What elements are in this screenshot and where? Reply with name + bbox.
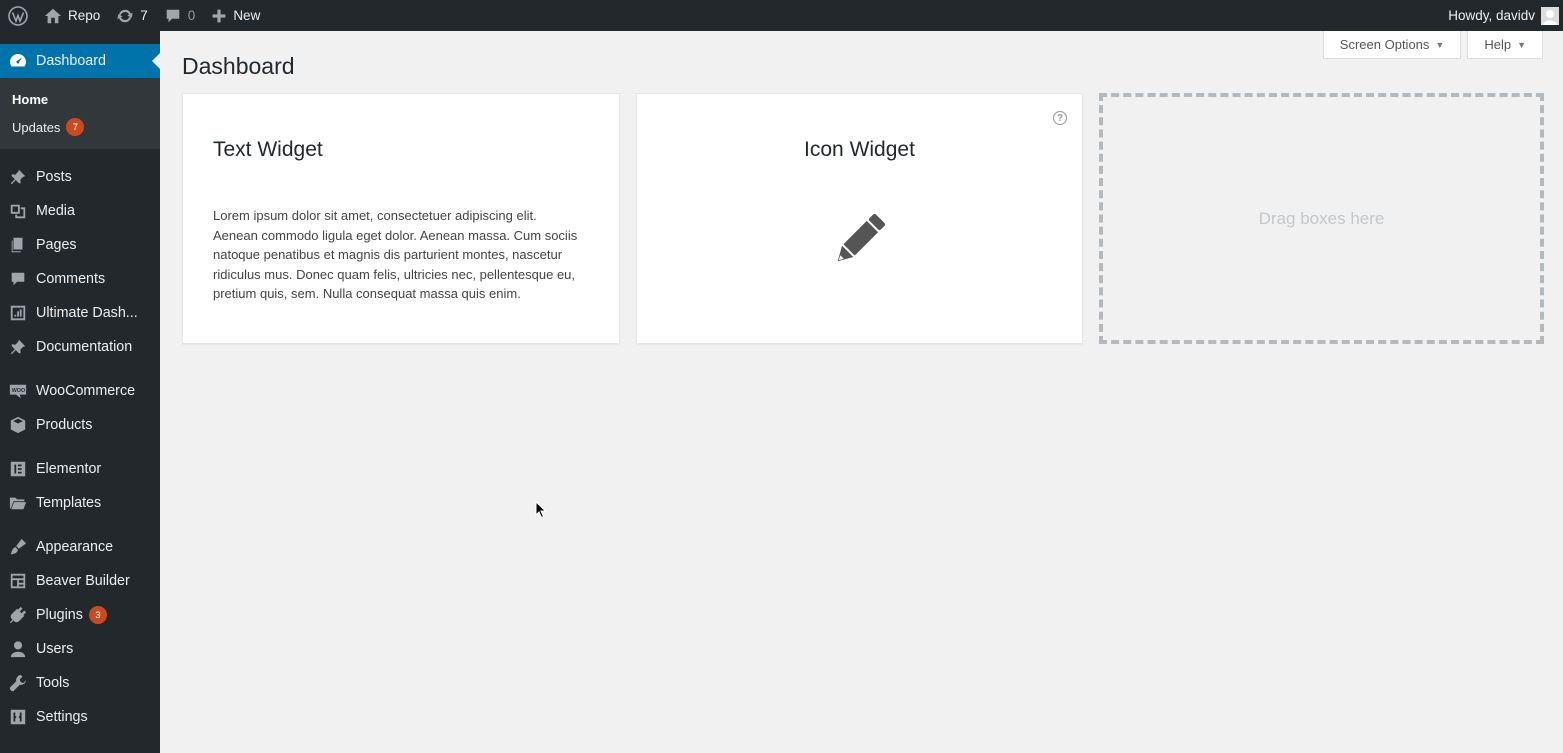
admin-sidebar: Dashboard Home Updates 7 Posts Media Pag… <box>0 31 160 753</box>
woo-icon: WOO <box>8 381 28 401</box>
screen-options-button[interactable]: Screen Options ▼ <box>1322 31 1462 59</box>
wp-logo-button[interactable] <box>0 0 36 31</box>
svg-text:WOO: WOO <box>12 388 25 394</box>
sidebar-item-label: WooCommerce <box>36 383 136 399</box>
text-widget[interactable]: Text Widget Lorem ipsum dolor sit amet, … <box>182 93 620 344</box>
brush-icon <box>8 537 28 557</box>
drop-zone-label: Drag boxes here <box>1258 208 1385 228</box>
pages-icon <box>8 235 28 255</box>
caret-down-icon: ▼ <box>1435 39 1445 50</box>
comment-icon <box>8 269 28 289</box>
sidebar-item-label: Settings <box>36 709 88 725</box>
sidebar-item-users[interactable]: Users <box>0 632 160 666</box>
home-icon <box>44 8 62 23</box>
sidebar-item-label: Beaver Builder <box>36 573 130 589</box>
sidebar-item-dashboard[interactable]: Dashboard <box>0 44 160 78</box>
submenu-item-home[interactable]: Home <box>0 85 160 113</box>
updates-count: 7 <box>140 8 148 23</box>
sidebar-item-label: Appearance <box>36 539 114 555</box>
sidebar-item-posts[interactable]: Posts <box>0 160 160 194</box>
widget-title: Text Widget <box>213 138 323 161</box>
sidebar-item-tools[interactable]: Tools <box>0 666 160 700</box>
wrench-icon <box>8 673 28 693</box>
sidebar-item-woocommerce[interactable]: WOO WooCommerce <box>0 374 160 408</box>
submenu-item-updates[interactable]: Updates 7 <box>0 113 160 141</box>
site-name: Repo <box>68 8 101 23</box>
chart-icon <box>8 303 28 323</box>
site-name-link[interactable]: Repo <box>36 0 108 31</box>
sidebar-item-label: Pages <box>36 237 77 253</box>
folder-icon <box>8 493 28 513</box>
sidebar-item-label: Users <box>36 641 74 657</box>
avatar-silhouette-icon <box>1543 9 1557 25</box>
sidebar-item-label: Dashboard <box>36 53 106 69</box>
sidebar-item-documentation[interactable]: Documentation <box>0 330 160 364</box>
drop-zone[interactable]: Drag boxes here <box>1099 93 1544 344</box>
sidebar-item-label: Tools <box>36 675 70 691</box>
sidebar-item-label: Documentation <box>36 339 133 355</box>
pushpin-icon <box>8 337 28 357</box>
plus-icon <box>212 9 226 22</box>
comments-link[interactable]: 0 <box>156 0 204 31</box>
widget-body: Lorem ipsum dolor sit amet, consectetuer… <box>213 208 578 302</box>
sidebar-item-label: Elementor <box>36 461 102 477</box>
elementor-icon <box>8 459 28 479</box>
dashboard-submenu: Home Updates 7 <box>0 78 160 149</box>
sidebar-item-plugins[interactable]: Plugins 3 <box>0 598 160 632</box>
sidebar-item-settings[interactable]: Settings <box>0 700 160 734</box>
sidebar-item-appearance[interactable]: Appearance <box>0 530 160 564</box>
help-label: Help <box>1484 37 1512 52</box>
sidebar-item-products[interactable]: Products <box>0 408 160 442</box>
updates-link[interactable]: 7 <box>108 0 156 31</box>
help-circle-icon[interactable]: ? <box>1053 111 1067 125</box>
sidebar-item-elementor[interactable]: Elementor <box>0 452 160 486</box>
avatar <box>1541 6 1559 25</box>
refresh-icon <box>117 9 133 22</box>
plugins-badge: 3 <box>88 606 107 624</box>
submenu-item-label: Home <box>12 91 49 107</box>
new-label: New <box>233 8 261 23</box>
plug-icon <box>8 605 28 625</box>
updates-badge: 7 <box>66 118 85 136</box>
sidebar-item-beaver-builder[interactable]: Beaver Builder <box>0 564 160 598</box>
sidebar-item-label: Comments <box>36 271 106 287</box>
sidebar-item-templates[interactable]: Templates <box>0 486 160 520</box>
layout-icon <box>8 571 28 591</box>
mouse-cursor-icon <box>535 501 547 519</box>
sidebar-item-pages[interactable]: Pages <box>0 228 160 262</box>
sidebar-item-label: Posts <box>36 169 72 185</box>
sliders-icon <box>8 707 28 727</box>
sidebar-item-ultimate-dashboard[interactable]: Ultimate Dash... <box>0 296 160 330</box>
sidebar-item-label: Media <box>36 203 75 219</box>
widget-title: Icon Widget <box>804 138 915 161</box>
main-content: Screen Options ▼ Help ▼ Dashboard Text W… <box>160 31 1563 753</box>
new-content-link[interactable]: New <box>203 0 268 31</box>
user-icon <box>8 639 28 659</box>
comments-count: 0 <box>187 8 196 23</box>
icon-widget[interactable]: ? Icon Widget <box>636 93 1083 344</box>
submenu-item-label: Updates <box>12 119 61 135</box>
admin-bar: Repo 7 0 New Howdy, davidv <box>0 0 1563 31</box>
comment-icon <box>166 9 180 22</box>
wordpress-icon <box>8 5 28 26</box>
caret-down-icon: ▼ <box>1517 39 1526 50</box>
sidebar-item-media[interactable]: Media <box>0 194 160 228</box>
sidebar-item-label: Templates <box>36 495 102 511</box>
pencil-icon <box>837 213 886 262</box>
sidebar-item-label: Plugins <box>36 607 83 623</box>
sidebar-item-comments[interactable]: Comments <box>0 262 160 296</box>
screen-options-label: Screen Options <box>1339 37 1430 52</box>
pushpin-icon <box>8 167 28 187</box>
media-icon <box>8 201 28 221</box>
sidebar-item-label: Ultimate Dash... <box>36 305 138 321</box>
my-account-link[interactable]: Howdy, davidv <box>1448 0 1563 31</box>
greeting: Howdy, davidv <box>1448 8 1535 23</box>
sidebar-item-label: Products <box>36 417 93 433</box>
dashboard-icon <box>8 51 28 71</box>
box-icon <box>8 415 28 435</box>
help-button[interactable]: Help ▼ <box>1467 31 1543 59</box>
page-title: Dashboard <box>182 53 295 79</box>
screen-meta-links: Screen Options ▼ Help ▼ <box>1322 31 1543 59</box>
